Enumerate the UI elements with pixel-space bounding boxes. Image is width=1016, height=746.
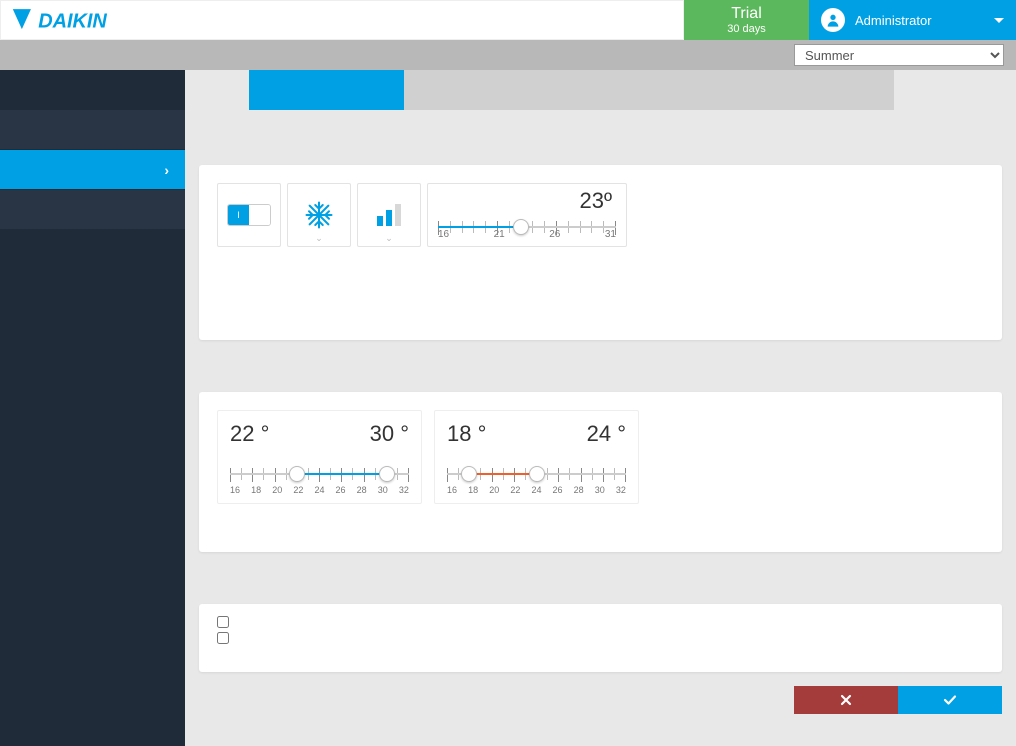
sidebar: › xyxy=(0,70,185,746)
heat-high-value: 24 ° xyxy=(587,421,626,447)
trial-badge: Trial 30 days xyxy=(684,0,809,40)
heat-range-box: 18 ° 24 ° xyxy=(434,410,639,504)
panel-ranges: 22 ° 30 ° xyxy=(199,392,1002,552)
check-icon xyxy=(943,694,957,706)
cancel-button[interactable] xyxy=(794,686,898,714)
trial-days: 30 days xyxy=(684,23,809,35)
cool-high-thumb[interactable] xyxy=(379,466,395,482)
tab-1[interactable] xyxy=(249,70,404,110)
chevron-right-icon: › xyxy=(164,162,169,178)
season-select[interactable]: Summer xyxy=(794,44,1004,66)
tab-2[interactable] xyxy=(404,70,894,110)
chevron-down-icon: ⌄ xyxy=(315,233,323,244)
sidebar-item-1[interactable] xyxy=(0,70,185,110)
panel-controls: I ⌄ xyxy=(199,165,1002,340)
cool-range-slider[interactable] xyxy=(230,465,409,483)
avatar-icon xyxy=(821,8,845,32)
cool-range-box: 22 ° 30 ° xyxy=(217,410,422,504)
fan-speed-box[interactable]: ⌄ xyxy=(357,183,421,247)
setpoint-value: 23º xyxy=(438,190,616,212)
heat-range-slider[interactable] xyxy=(447,465,626,483)
option-checkbox-1[interactable] xyxy=(217,616,229,628)
tab-bar xyxy=(249,70,1002,110)
heat-low-thumb[interactable] xyxy=(461,466,477,482)
close-icon xyxy=(840,694,852,706)
cool-tick-labels: 1618 2022 2426 2830 32 xyxy=(230,485,409,495)
user-info: Administrator xyxy=(821,8,932,32)
footer-actions xyxy=(199,686,1002,714)
sidebar-item-active[interactable]: › xyxy=(0,150,185,190)
main-content: I ⌄ xyxy=(185,70,1016,746)
power-toggle-box[interactable]: I xyxy=(217,183,281,247)
logo-area: DAIKIN xyxy=(0,0,684,40)
caret-down-icon xyxy=(994,18,1004,23)
heat-tick-labels: 1618 2022 2426 2830 32 xyxy=(447,485,626,495)
heat-high-thumb[interactable] xyxy=(529,466,545,482)
svg-text:DAIKIN: DAIKIN xyxy=(38,10,107,32)
cool-high-value: 30 ° xyxy=(370,421,409,447)
cool-low-value: 22 ° xyxy=(230,421,269,447)
snowflake-icon xyxy=(304,200,334,230)
slider-thumb[interactable] xyxy=(513,219,529,235)
cool-low-thumb[interactable] xyxy=(289,466,305,482)
panel-options xyxy=(199,604,1002,672)
app-header: DAIKIN Trial 30 days Administrator xyxy=(0,0,1016,40)
chevron-down-icon: ⌄ xyxy=(385,233,393,244)
option-checkbox-2[interactable] xyxy=(217,632,229,644)
confirm-button[interactable] xyxy=(898,686,1002,714)
username-label: Administrator xyxy=(855,13,932,28)
user-menu[interactable]: Administrator xyxy=(809,0,1016,40)
daikin-logo: DAIKIN xyxy=(11,7,156,33)
trial-title: Trial xyxy=(684,5,809,23)
sidebar-item-4[interactable] xyxy=(0,190,185,230)
heat-low-value: 18 ° xyxy=(447,421,486,447)
context-bar: Summer xyxy=(0,40,1016,70)
toggle-on-label: I xyxy=(228,205,249,225)
mode-cool-box[interactable]: ⌄ xyxy=(287,183,351,247)
setpoint-slider-box: 23º 16 21 xyxy=(427,183,627,247)
setpoint-slider[interactable] xyxy=(438,218,616,227)
bars-icon xyxy=(377,204,401,226)
power-toggle[interactable]: I xyxy=(227,204,271,226)
sidebar-item-2[interactable] xyxy=(0,110,185,150)
